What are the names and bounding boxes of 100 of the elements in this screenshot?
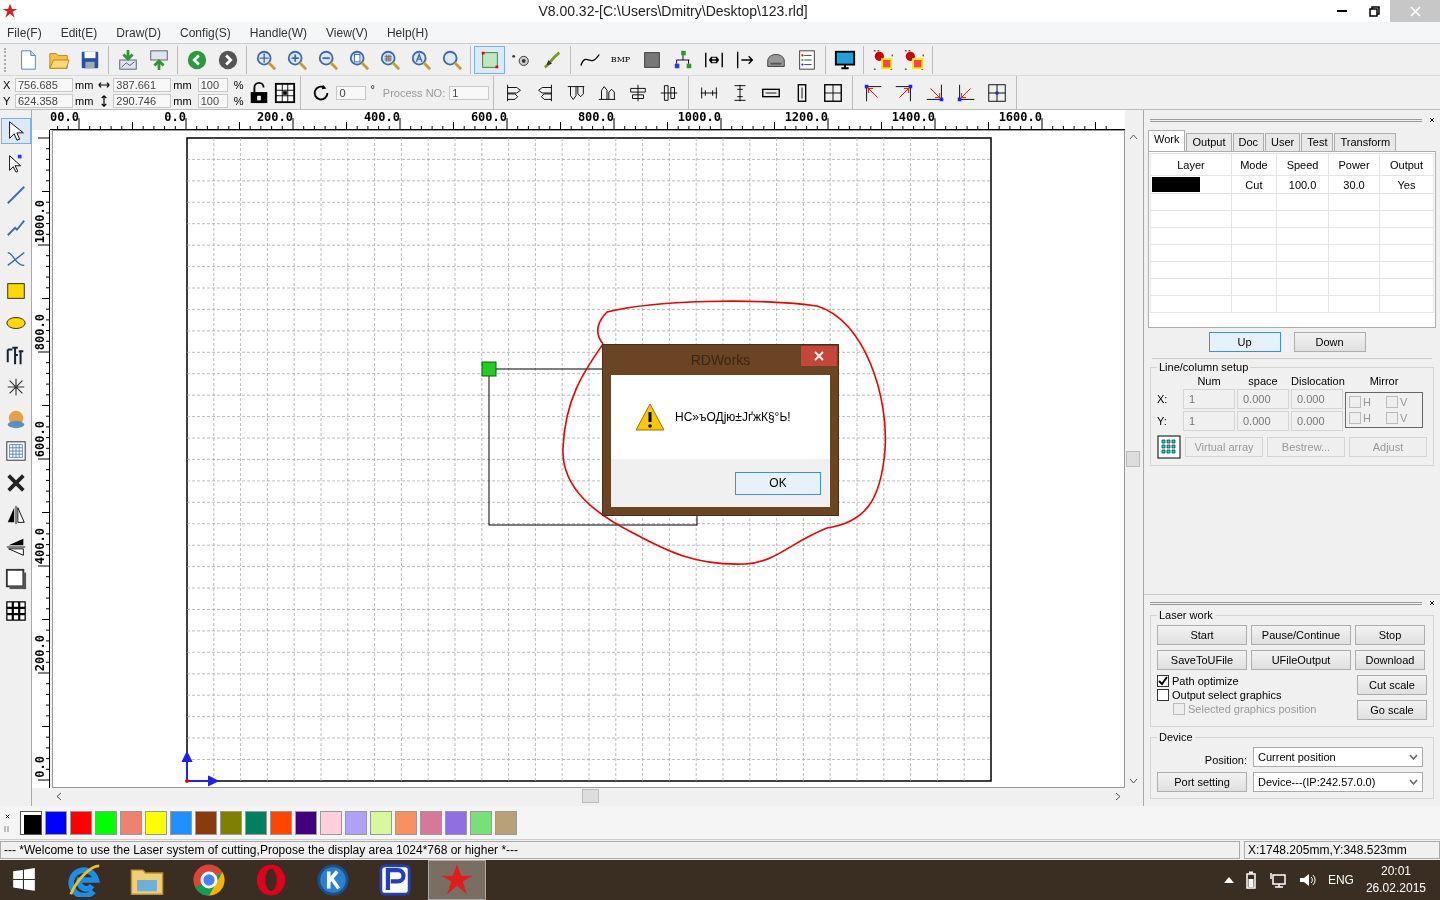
- menu-item[interactable]: Handle(W): [249, 25, 316, 40]
- zoom-page-icon[interactable]: [347, 48, 370, 71]
- dialog-close-button[interactable]: [801, 346, 837, 366]
- color-swatch[interactable]: [95, 810, 117, 835]
- zoom-out-icon[interactable]: [316, 48, 339, 71]
- checkbox[interactable]: [1157, 689, 1169, 701]
- tab[interactable]: User: [1265, 133, 1301, 151]
- checkbox[interactable]: [1349, 396, 1361, 408]
- menu-item[interactable]: Draw(D): [116, 25, 170, 40]
- checkbox[interactable]: [1386, 412, 1398, 424]
- color-swatch[interactable]: [195, 810, 217, 835]
- line-icon[interactable]: [4, 184, 27, 206]
- tab[interactable]: Doc: [1232, 133, 1265, 151]
- color-swatch[interactable]: [470, 810, 492, 835]
- color-swatch[interactable]: [445, 810, 467, 835]
- zoom-letter-icon[interactable]: [409, 48, 432, 71]
- network-icon[interactable]: [1267, 872, 1286, 888]
- monitor-icon[interactable]: [833, 48, 856, 71]
- menu-item[interactable]: Edit(E): [60, 25, 106, 40]
- array-grid-icon[interactable]: [4, 440, 27, 462]
- scale-y-field[interactable]: 100: [197, 93, 228, 108]
- menu-item[interactable]: File(F): [7, 25, 50, 40]
- color-swatch[interactable]: [170, 810, 192, 835]
- color-swatch[interactable]: [370, 810, 392, 835]
- language-indicator[interactable]: ENG: [1327, 873, 1354, 887]
- checkbox[interactable]: [1157, 675, 1169, 687]
- color-swatch[interactable]: [495, 810, 517, 835]
- volume-icon[interactable]: [1297, 872, 1316, 888]
- mirror-vertical-icon[interactable]: [4, 536, 27, 558]
- import-icon[interactable]: [116, 48, 139, 71]
- color-swatch[interactable]: [320, 810, 342, 835]
- device-dropdown[interactable]: Device---(IP:242.57.0.0): [1253, 772, 1423, 792]
- array-grid-icon[interactable]: [1157, 435, 1181, 459]
- grid-center-icon[interactable]: [274, 81, 297, 104]
- color-swatch[interactable]: [220, 810, 242, 835]
- magnifier-icon[interactable]: [440, 48, 463, 71]
- laser-button[interactable]: Pause/Continue: [1251, 625, 1351, 645]
- menu-item[interactable]: Config(S): [180, 25, 239, 40]
- laser-button[interactable]: Stop: [1355, 625, 1425, 645]
- height-field[interactable]: 290.746: [113, 93, 172, 108]
- checkbox[interactable]: [1349, 412, 1361, 424]
- y-position-field[interactable]: 624.358: [15, 93, 73, 108]
- show-hidden-icons-icon[interactable]: [1223, 877, 1234, 883]
- select-tool-button[interactable]: [0, 118, 31, 144]
- close-icon[interactable]: [4, 813, 11, 820]
- close-icon[interactable]: [1428, 116, 1436, 124]
- port-setting-button[interactable]: Port setting: [1157, 772, 1247, 792]
- color-swatch[interactable]: [145, 810, 167, 835]
- color-swatch[interactable]: [295, 810, 317, 835]
- tab[interactable]: Transform: [1334, 133, 1397, 151]
- num-field[interactable]: 1: [1183, 389, 1235, 409]
- menu-item[interactable]: Help(H): [386, 25, 437, 40]
- scroll-thumb[interactable]: [1126, 451, 1140, 467]
- dislocation-field[interactable]: 0.000: [1291, 389, 1343, 409]
- laser-button[interactable]: Download: [1355, 650, 1425, 670]
- num-field[interactable]: 1: [1183, 411, 1235, 431]
- menu-item[interactable]: View(V): [326, 25, 376, 40]
- battery-icon[interactable]: [1245, 871, 1256, 889]
- frame-icon[interactable]: [4, 568, 27, 590]
- rectangle-icon[interactable]: [4, 280, 27, 302]
- scale-x-field[interactable]: 100: [197, 77, 228, 92]
- color-swatch[interactable]: [45, 810, 67, 835]
- same-size-icon[interactable]: [821, 81, 844, 104]
- width-field[interactable]: 387.661: [113, 77, 172, 92]
- laser-button[interactable]: UFileOutput: [1251, 650, 1351, 670]
- color-swatch[interactable]: [245, 810, 267, 835]
- order-button[interactable]: Up: [1208, 332, 1281, 352]
- bitmap-tool[interactable]: BMP: [605, 55, 636, 64]
- space-field[interactable]: 0.000: [1237, 389, 1289, 409]
- ball-square-icon[interactable]: [902, 48, 925, 71]
- space-field[interactable]: 0.000: [1237, 411, 1289, 431]
- color-swatch[interactable]: [395, 810, 417, 835]
- dislocation-field[interactable]: 0.000: [1291, 411, 1343, 431]
- zoom-grid-icon[interactable]: [378, 48, 401, 71]
- laser-button[interactable]: Start: [1157, 625, 1247, 645]
- tab[interactable]: Output: [1186, 133, 1232, 151]
- scale-button[interactable]: Go scale: [1357, 700, 1427, 720]
- zoom-in-icon[interactable]: [285, 48, 308, 71]
- color-swatch[interactable]: [20, 810, 42, 835]
- x-position-field[interactable]: 756.685: [15, 77, 73, 92]
- color-swatch[interactable]: [120, 810, 142, 835]
- color-swatch[interactable]: [270, 810, 292, 835]
- zoom-cross-icon[interactable]: [254, 48, 277, 71]
- export-icon[interactable]: [147, 48, 170, 71]
- angle-field[interactable]: 0: [336, 85, 367, 100]
- tab[interactable]: Test: [1301, 133, 1334, 151]
- scale-button[interactable]: Cut scale: [1357, 675, 1427, 695]
- clock[interactable]: 20:01 26.02.2015: [1365, 863, 1426, 897]
- tab[interactable]: Work: [1148, 130, 1186, 151]
- checkbox[interactable]: [1386, 396, 1398, 408]
- laser-button[interactable]: SaveToUFile: [1157, 650, 1247, 670]
- ball-square-icon[interactable]: [871, 48, 894, 71]
- color-swatch[interactable]: [70, 810, 92, 835]
- close-icon[interactable]: [1428, 599, 1436, 607]
- order-button[interactable]: Down: [1293, 332, 1366, 352]
- array-icon[interactable]: [4, 600, 27, 622]
- process-number-field[interactable]: 1: [449, 85, 490, 100]
- color-swatch[interactable]: [345, 810, 367, 835]
- color-swatch[interactable]: [420, 810, 442, 835]
- scroll-thumb[interactable]: [582, 789, 599, 803]
